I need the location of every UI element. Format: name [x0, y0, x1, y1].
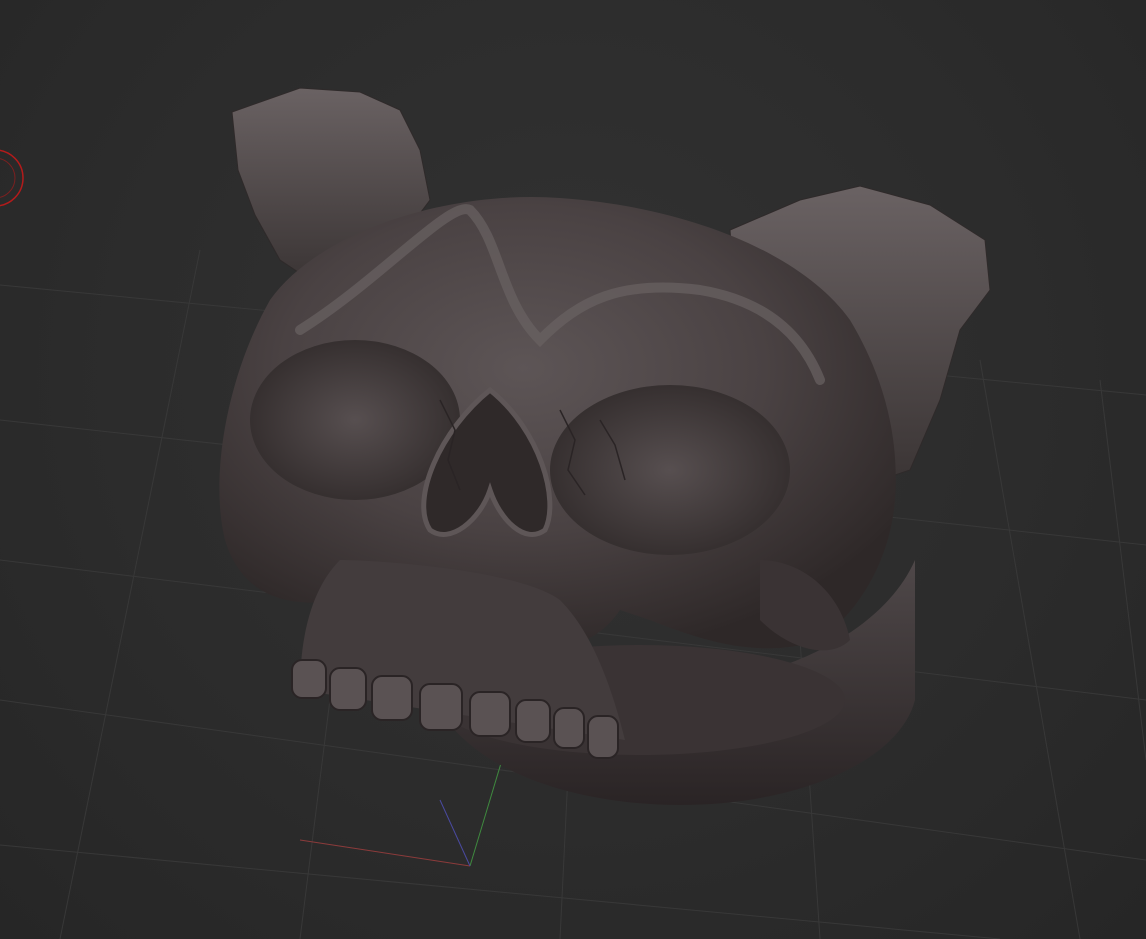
skull-ring-model[interactable]	[219, 87, 991, 805]
tooth	[329, 667, 367, 711]
y-axis-line	[469, 749, 506, 867]
tooth	[587, 715, 619, 759]
navigation-gizmo[interactable]	[0, 149, 24, 207]
axis-lines	[299, 749, 506, 867]
tooth	[515, 699, 551, 743]
3d-viewport[interactable]	[0, 0, 1146, 939]
tooth	[469, 691, 511, 737]
z-axis-line	[439, 799, 471, 867]
x-axis-line	[299, 839, 471, 867]
right-eye-socket	[550, 385, 790, 555]
tooth	[371, 675, 413, 721]
tooth	[553, 707, 585, 749]
tooth	[419, 683, 463, 731]
tooth	[291, 659, 327, 699]
viewport-canvas[interactable]	[0, 0, 1146, 939]
